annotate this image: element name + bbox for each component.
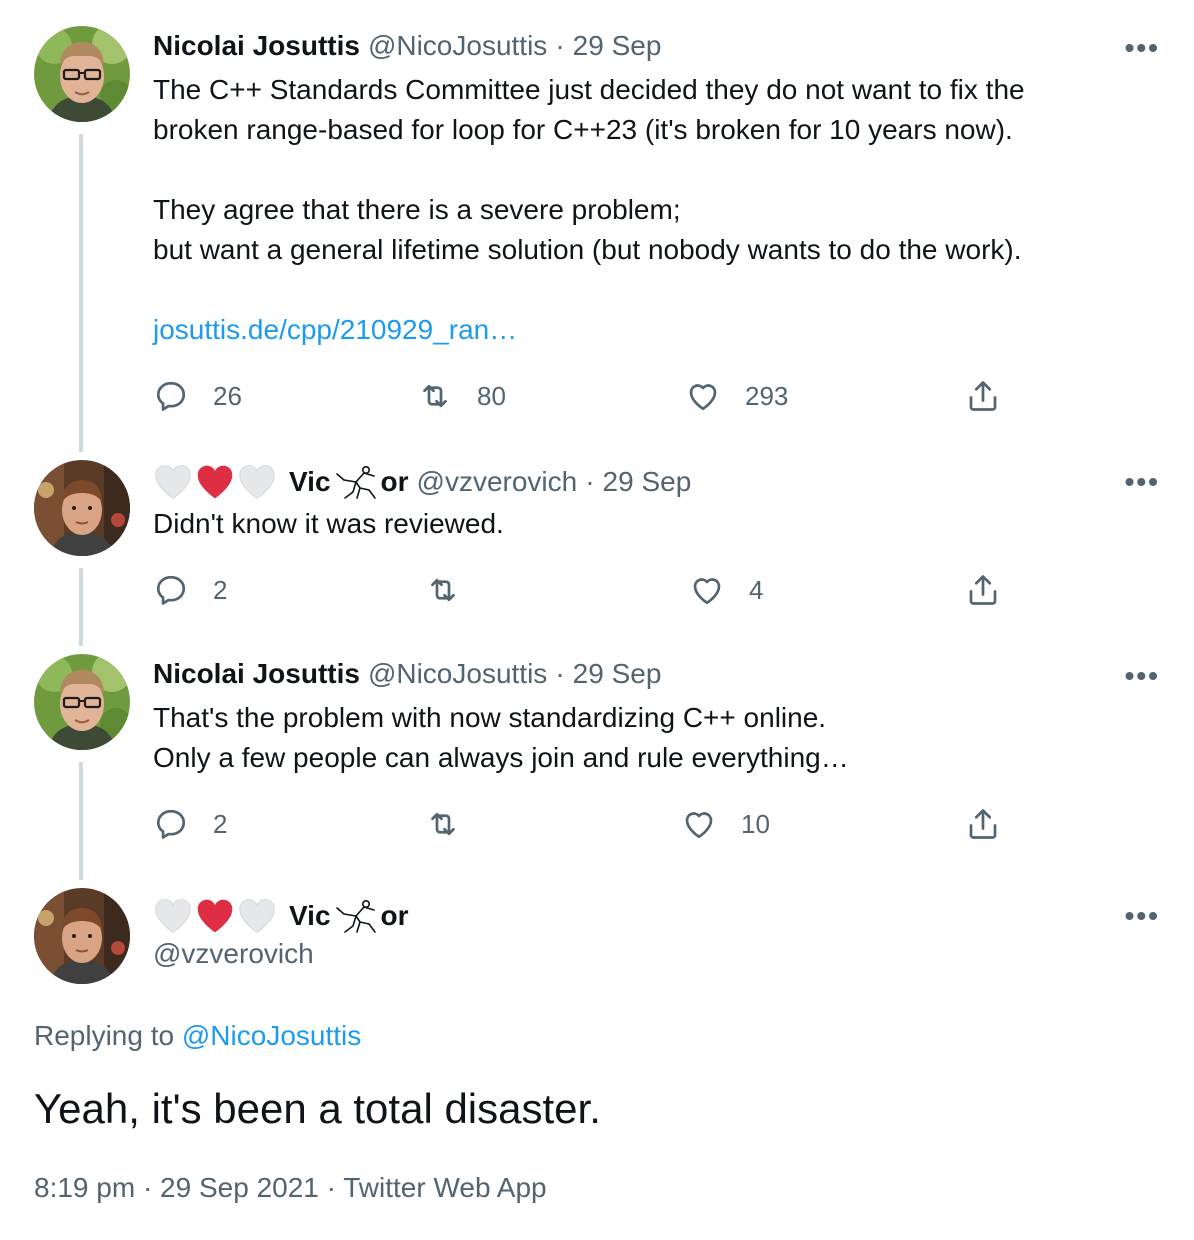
tweet-date[interactable]: 29 Sep xyxy=(573,656,662,692)
reply-button[interactable]: 26 xyxy=(153,376,242,416)
more-icon[interactable]: ••• xyxy=(1125,34,1160,62)
main-tweet-name: Vic or xyxy=(153,896,409,936)
replying-to: Replying to @NicoJosuttis xyxy=(34,1018,361,1054)
author-name-prefix[interactable]: Vic xyxy=(289,898,331,934)
name-hearts xyxy=(153,898,279,934)
replying-to-handle[interactable]: @NicoJosuttis xyxy=(182,1020,361,1051)
tweet-meta[interactable]: 8:19 pm · 29 Sep 2021 · Twitter Web App xyxy=(34,1170,547,1206)
like-count: 4 xyxy=(749,574,764,605)
retweet-icon xyxy=(417,378,453,414)
heart-white-icon xyxy=(237,898,277,934)
author-name-suffix[interactable]: or xyxy=(381,898,409,934)
retweet-icon xyxy=(425,806,461,842)
separator-dot: · xyxy=(555,30,565,61)
share-icon xyxy=(965,378,1001,414)
more-icon[interactable]: ••• xyxy=(1125,468,1160,496)
tweet-date[interactable]: 29 Sep xyxy=(603,464,692,500)
more-icon[interactable]: ••• xyxy=(1125,662,1160,690)
tweet-text: Didn't know it was reviewed. xyxy=(153,508,504,539)
heart-white-icon xyxy=(237,464,277,500)
dancer-emoji-icon xyxy=(333,462,381,502)
share-icon xyxy=(965,572,1001,608)
like-button[interactable]: 10 xyxy=(681,804,770,844)
main-tweet-text: Yeah, it's been a total disaster. xyxy=(34,1085,601,1132)
like-button[interactable]: 293 xyxy=(685,376,788,416)
tweet-actions: 2 4 xyxy=(153,570,1013,610)
reply-icon xyxy=(153,806,189,842)
tweet-link[interactable]: josuttis.de/cpp/210929_ran… xyxy=(153,310,1153,350)
retweet-count: 80 xyxy=(477,380,506,411)
tweet-actions: 2 10 xyxy=(153,804,1013,844)
author-name[interactable]: Nicolai Josuttis xyxy=(153,656,360,692)
tweet-date[interactable]: 29 Sep xyxy=(573,28,662,64)
thread-line-2 xyxy=(79,568,83,646)
avatar[interactable] xyxy=(34,460,130,556)
reply-button[interactable]: 2 xyxy=(153,570,227,610)
avatar[interactable] xyxy=(34,26,130,122)
author-name-prefix[interactable]: Vic xyxy=(289,464,331,500)
dancer-emoji-icon xyxy=(333,896,381,936)
retweet-button[interactable] xyxy=(425,804,461,844)
author-handle[interactable]: @vzverovich xyxy=(417,464,578,500)
tweet-header: Nicolai Josuttis @NicoJosuttis · 29 Sep xyxy=(153,656,661,692)
tweet-text: That's the problem with now standardizin… xyxy=(153,702,849,773)
separator-dot: · xyxy=(585,466,595,497)
reply-button[interactable]: 2 xyxy=(153,804,227,844)
avatar[interactable] xyxy=(34,888,130,984)
reply-icon xyxy=(153,572,189,608)
like-icon xyxy=(685,378,721,414)
tweet-text: The C++ Standards Committee just decided… xyxy=(153,74,1025,265)
reply-count: 26 xyxy=(213,380,242,411)
heart-white-icon xyxy=(153,898,193,934)
tweet-header: Vic or @vzverovich · 29 Sep xyxy=(153,462,691,502)
heart-white-icon xyxy=(153,464,193,500)
name-hearts xyxy=(153,464,279,500)
reply-count: 2 xyxy=(213,574,228,605)
author-name-suffix[interactable]: or xyxy=(381,464,409,500)
retweet-button[interactable] xyxy=(425,570,461,610)
tweet-actions: 26 80 293 xyxy=(153,376,1013,416)
share-button[interactable] xyxy=(965,570,1001,610)
like-icon xyxy=(681,806,717,842)
share-icon xyxy=(965,806,1001,842)
like-button[interactable]: 4 xyxy=(689,570,763,610)
avatar[interactable] xyxy=(34,654,130,750)
tweet-header: Nicolai Josuttis @NicoJosuttis · 29 Sep xyxy=(153,28,661,64)
heart-red-icon xyxy=(195,464,235,500)
author-name[interactable]: Nicolai Josuttis xyxy=(153,28,360,64)
author-handle[interactable]: @NicoJosuttis xyxy=(368,656,547,692)
thread-line-1 xyxy=(79,134,83,452)
author-handle[interactable]: @vzverovich xyxy=(153,936,314,972)
heart-red-icon xyxy=(195,898,235,934)
more-icon[interactable]: ••• xyxy=(1125,902,1160,930)
retweet-icon xyxy=(425,572,461,608)
reply-count: 2 xyxy=(213,808,228,839)
reply-icon xyxy=(153,378,189,414)
share-button[interactable] xyxy=(965,804,1001,844)
separator-dot: · xyxy=(555,658,565,689)
share-button[interactable] xyxy=(965,376,1001,416)
retweet-button[interactable]: 80 xyxy=(417,376,506,416)
author-handle[interactable]: @NicoJosuttis xyxy=(368,28,547,64)
replying-label: Replying to xyxy=(34,1020,175,1051)
like-count: 10 xyxy=(741,808,770,839)
like-icon xyxy=(689,572,725,608)
thread-line-3 xyxy=(79,762,83,880)
like-count: 293 xyxy=(745,380,789,411)
main-tweet-handle: @vzverovich xyxy=(153,936,314,972)
